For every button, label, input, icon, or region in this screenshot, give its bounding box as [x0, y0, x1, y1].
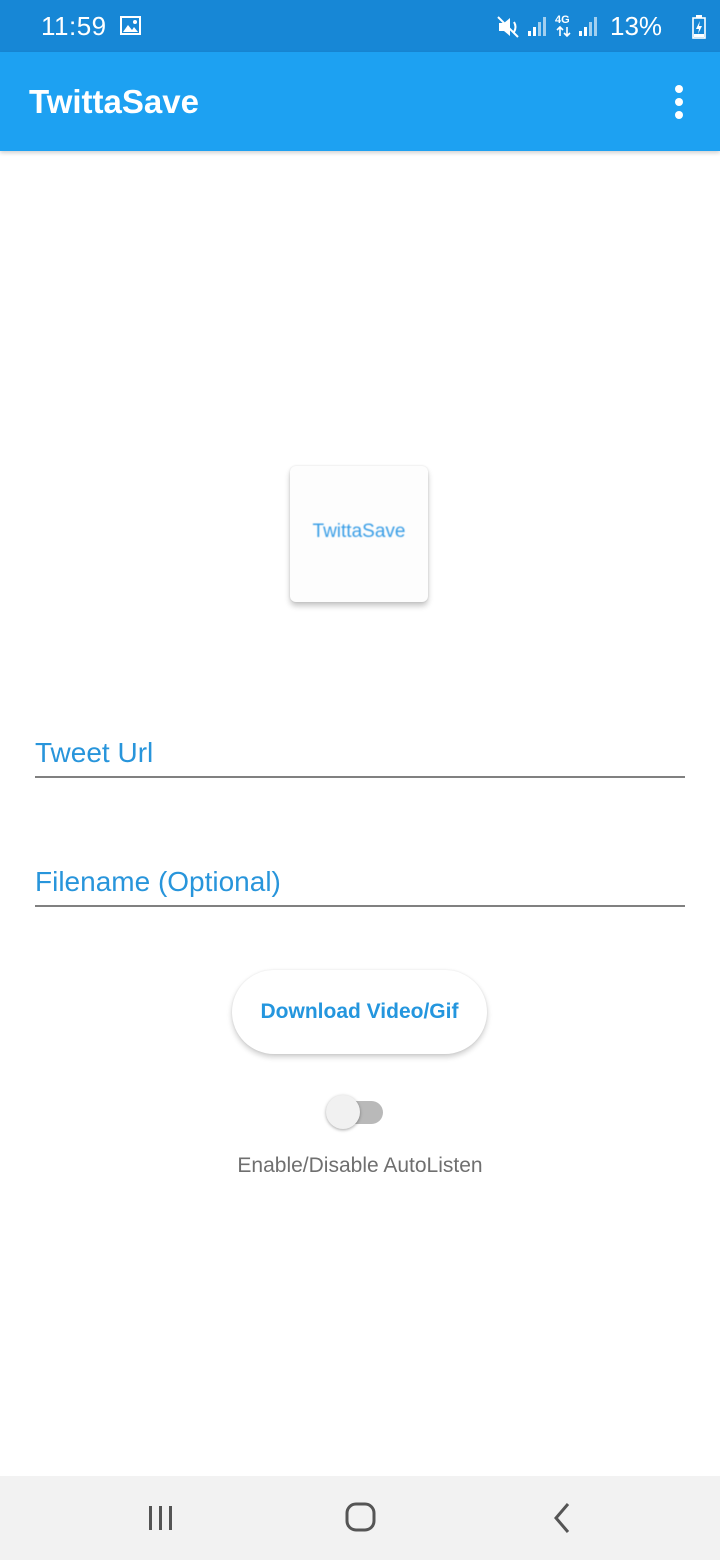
- menu-dot: [675, 111, 683, 119]
- signal-icon: [578, 15, 598, 37]
- autolisten-toggle[interactable]: [326, 1094, 384, 1130]
- status-time: 11:59: [41, 11, 107, 41]
- gallery-icon: [120, 16, 141, 35]
- app-logo: TwittaSave: [290, 466, 428, 602]
- tweet-url-input[interactable]: [35, 718, 685, 776]
- battery-percent: 13%: [610, 11, 663, 41]
- filename-field-container: [35, 847, 685, 907]
- 4g-data-icon: 4G: [554, 12, 574, 40]
- battery-charging-icon: [692, 15, 706, 39]
- svg-text:4G: 4G: [555, 14, 570, 26]
- home-icon[interactable]: [344, 1500, 378, 1534]
- back-icon[interactable]: [551, 1501, 573, 1535]
- status-icons: 4G 13%: [460, 0, 720, 52]
- overflow-menu-icon[interactable]: [662, 82, 696, 122]
- toggle-thumb: [326, 1095, 360, 1129]
- signal-icon: [527, 15, 547, 37]
- app-bar: TwittaSave: [0, 52, 720, 151]
- logo-text: TwittaSave: [312, 521, 406, 542]
- menu-dot: [675, 85, 683, 93]
- filename-input[interactable]: [35, 847, 685, 905]
- status-bar: 11:59 4G 13%: [0, 0, 720, 52]
- autolisten-label: Enable/Disable AutoListen: [237, 1154, 483, 1177]
- system-navigation-bar: [0, 1476, 720, 1560]
- recents-icon[interactable]: [146, 1504, 176, 1532]
- menu-dot: [675, 98, 683, 106]
- app-title: TwittaSave: [29, 83, 199, 120]
- tweet-url-field-container: [35, 718, 685, 778]
- download-button[interactable]: Download Video/Gif: [232, 970, 487, 1054]
- mute-icon: [496, 14, 522, 40]
